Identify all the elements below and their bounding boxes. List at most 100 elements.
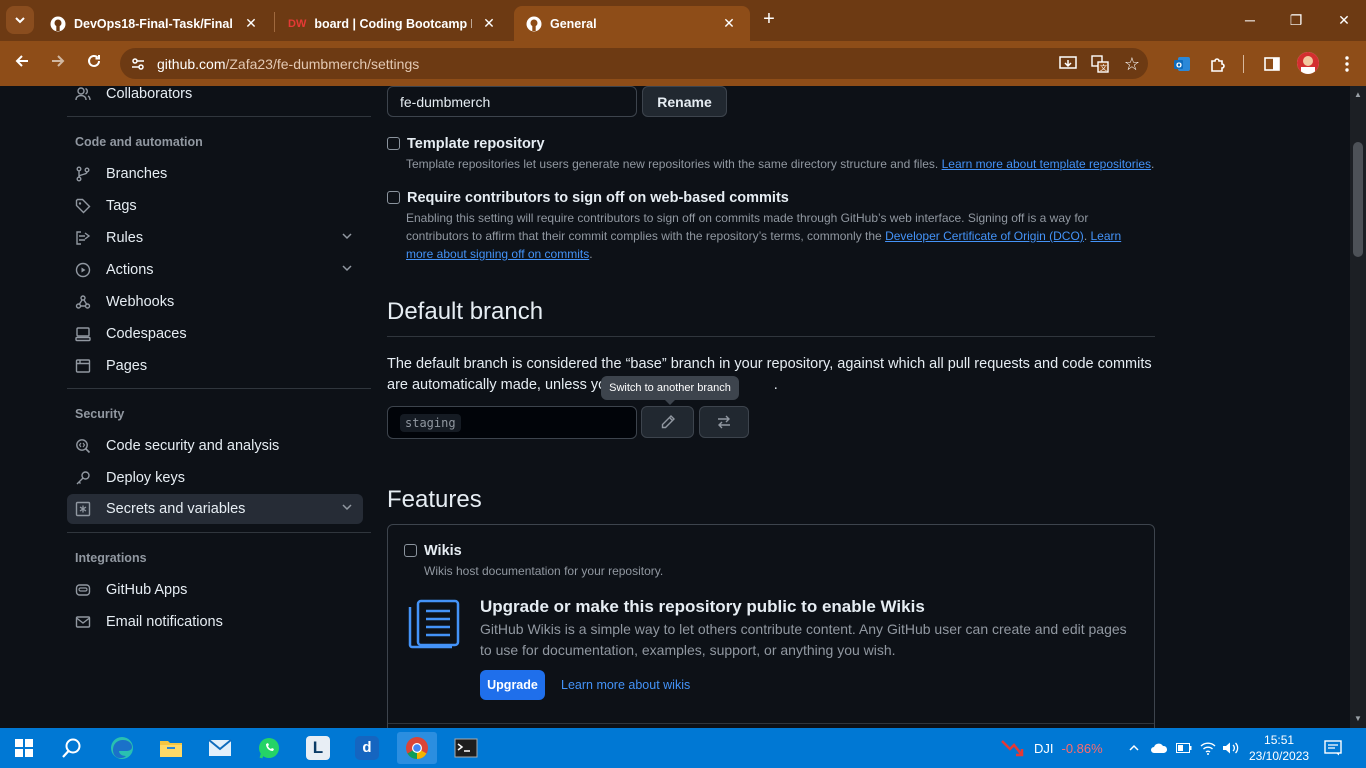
template-learn-more-link[interactable]: Learn more about template repositories xyxy=(942,157,1151,171)
sidebar-item-deploy-keys[interactable]: Deploy keys xyxy=(67,463,363,493)
address-bar[interactable]: github.com/Zafa23/fe-dumbmerch/settings xyxy=(120,48,1148,79)
sidebar-item-tags[interactable]: Tags xyxy=(67,191,363,221)
page-scrollbar[interactable]: ▲ ▼ xyxy=(1350,86,1366,728)
sidebar-item-collaborators[interactable]: Collaborators xyxy=(67,86,363,109)
extensions-puzzle-icon[interactable] xyxy=(1208,54,1228,74)
restore-button[interactable]: ❐ xyxy=(1284,8,1308,32)
browser-tab-2[interactable]: DW board | Coding Bootcamp Inde ✕ xyxy=(276,6,510,41)
default-branch-heading: Default branch xyxy=(387,298,544,325)
wikis-desc: Wikis host documentation for your reposi… xyxy=(424,564,664,578)
upgrade-button[interactable]: Upgrade xyxy=(480,670,545,700)
terminal-app[interactable] xyxy=(446,732,486,764)
signoff-commits-checkbox[interactable] xyxy=(387,191,400,204)
repository-name-input[interactable]: fe-dumbmerch xyxy=(387,86,637,117)
edit-default-branch-button[interactable] xyxy=(641,406,694,438)
sidebar-item-actions[interactable]: Actions xyxy=(67,255,363,285)
mail-app[interactable] xyxy=(200,732,240,764)
wikis-checkbox[interactable] xyxy=(404,544,417,557)
volume-icon[interactable] xyxy=(1222,728,1240,768)
start-button[interactable] xyxy=(4,732,44,764)
default-branch-desc-text: The default branch is considered the “ba… xyxy=(387,356,1152,393)
terminal-icon xyxy=(454,738,478,758)
url-text: github.com/Zafa23/fe-dumbmerch/settings xyxy=(157,56,419,72)
reload-button[interactable] xyxy=(81,51,107,77)
close-tab-icon[interactable]: ✕ xyxy=(242,15,260,32)
sidebar-item-branches[interactable]: Branches xyxy=(67,159,363,189)
sidebar-item-codespaces[interactable]: Codespaces xyxy=(67,319,363,349)
wifi-icon[interactable] xyxy=(1200,728,1216,768)
sidebar-item-label: Actions xyxy=(106,262,154,278)
pencil-icon xyxy=(661,415,675,429)
tab-search-button[interactable] xyxy=(6,6,34,34)
key-icon xyxy=(75,470,91,486)
minimize-button[interactable]: ─ xyxy=(1238,8,1262,32)
chevron-down-icon[interactable] xyxy=(341,501,353,517)
switch-branch-tooltip: Switch to another branch xyxy=(601,376,739,405)
dj-app[interactable]: d xyxy=(347,732,387,764)
notifications-icon[interactable] xyxy=(1324,728,1342,768)
whatsapp-app[interactable] xyxy=(249,732,289,764)
side-panel-icon[interactable] xyxy=(1262,54,1282,74)
search-icon xyxy=(62,738,81,758)
chrome-app[interactable] xyxy=(397,732,437,764)
onedrive-icon[interactable] xyxy=(1150,728,1168,768)
stock-widget[interactable]: DJI -0.86% xyxy=(1000,728,1103,768)
new-tab-button[interactable]: + xyxy=(758,8,780,32)
close-tab-icon[interactable]: ✕ xyxy=(480,15,498,32)
chevron-down-icon[interactable] xyxy=(341,262,353,278)
chevron-up-icon xyxy=(1129,744,1139,751)
profile-avatar[interactable] xyxy=(1297,52,1319,74)
chrome-icon xyxy=(406,737,428,759)
sidebar-item-secrets-variables[interactable]: Secrets and variables xyxy=(67,494,363,524)
install-app-icon[interactable] xyxy=(1058,54,1078,74)
dco-link[interactable]: Developer Certificate of Origin (DCO) xyxy=(885,229,1084,243)
sidebar-item-email-notifications[interactable]: Email notifications xyxy=(67,607,363,637)
file-explorer-app[interactable] xyxy=(151,732,191,764)
chevron-down-icon[interactable] xyxy=(341,230,353,246)
scroll-down-arrow-icon[interactable]: ▼ xyxy=(1353,714,1363,724)
close-tab-icon[interactable]: ✕ xyxy=(720,15,738,32)
sidebar-item-label: Deploy keys xyxy=(106,470,185,486)
hubot-icon xyxy=(75,582,91,598)
reload-icon xyxy=(88,54,100,67)
l-app[interactable]: L xyxy=(298,732,338,764)
translate-icon[interactable]: 文 xyxy=(1090,54,1110,74)
tab-title: board | Coding Bootcamp Inde xyxy=(314,16,472,31)
sidebar-item-pages[interactable]: Pages xyxy=(67,351,363,381)
sidebar-item-rules[interactable]: Rules xyxy=(67,223,363,253)
folder-icon xyxy=(160,741,182,757)
windows-taskbar: L d DJI -0.86% 15:51 23/10/2023 xyxy=(0,728,1366,768)
learn-more-wikis-link[interactable]: Learn more about wikis xyxy=(561,678,690,692)
edge-app[interactable] xyxy=(102,732,142,764)
rules-icon xyxy=(75,230,91,246)
tab-title: DevOps18-Final-Task/Final at m xyxy=(74,16,234,31)
search-button[interactable] xyxy=(52,732,92,764)
switch-branch-button[interactable] xyxy=(699,406,749,438)
outlook-extension-icon[interactable]: O xyxy=(1172,54,1192,74)
bookmark-star-icon[interactable]: ☆ xyxy=(1122,54,1142,74)
sidebar-item-github-apps[interactable]: GitHub Apps xyxy=(67,575,363,605)
show-hidden-icons-button[interactable] xyxy=(1128,728,1140,768)
close-window-button[interactable]: ✕ xyxy=(1332,8,1356,32)
browser-tab-3-active[interactable]: General ✕ xyxy=(514,6,750,41)
webhook-icon xyxy=(75,294,91,310)
scrollbar-thumb[interactable] xyxy=(1353,142,1363,257)
sidebar-item-label: Code security and analysis xyxy=(106,438,280,454)
more-menu-icon[interactable] xyxy=(1337,54,1357,74)
forward-button[interactable] xyxy=(45,51,71,77)
browser-tab-1[interactable]: DevOps18-Final-Task/Final at m ✕ xyxy=(38,6,272,41)
sidebar-item-code-security[interactable]: Code security and analysis xyxy=(67,431,363,461)
rename-button[interactable]: Rename xyxy=(642,86,727,117)
arrow-right-icon xyxy=(52,55,65,67)
template-repository-title: Template repository xyxy=(407,136,545,152)
template-repository-checkbox[interactable] xyxy=(387,137,400,150)
github-icon xyxy=(50,16,66,31)
clock[interactable]: 15:51 23/10/2023 xyxy=(1249,728,1309,768)
battery-icon[interactable] xyxy=(1176,728,1192,768)
sidebar-item-webhooks[interactable]: Webhooks xyxy=(67,287,363,317)
back-button[interactable] xyxy=(9,51,35,77)
scroll-up-arrow-icon[interactable]: ▲ xyxy=(1353,90,1363,100)
toolbar-divider xyxy=(1243,55,1244,73)
arrow-switch-icon xyxy=(718,415,730,429)
site-info-icon[interactable] xyxy=(130,56,146,72)
